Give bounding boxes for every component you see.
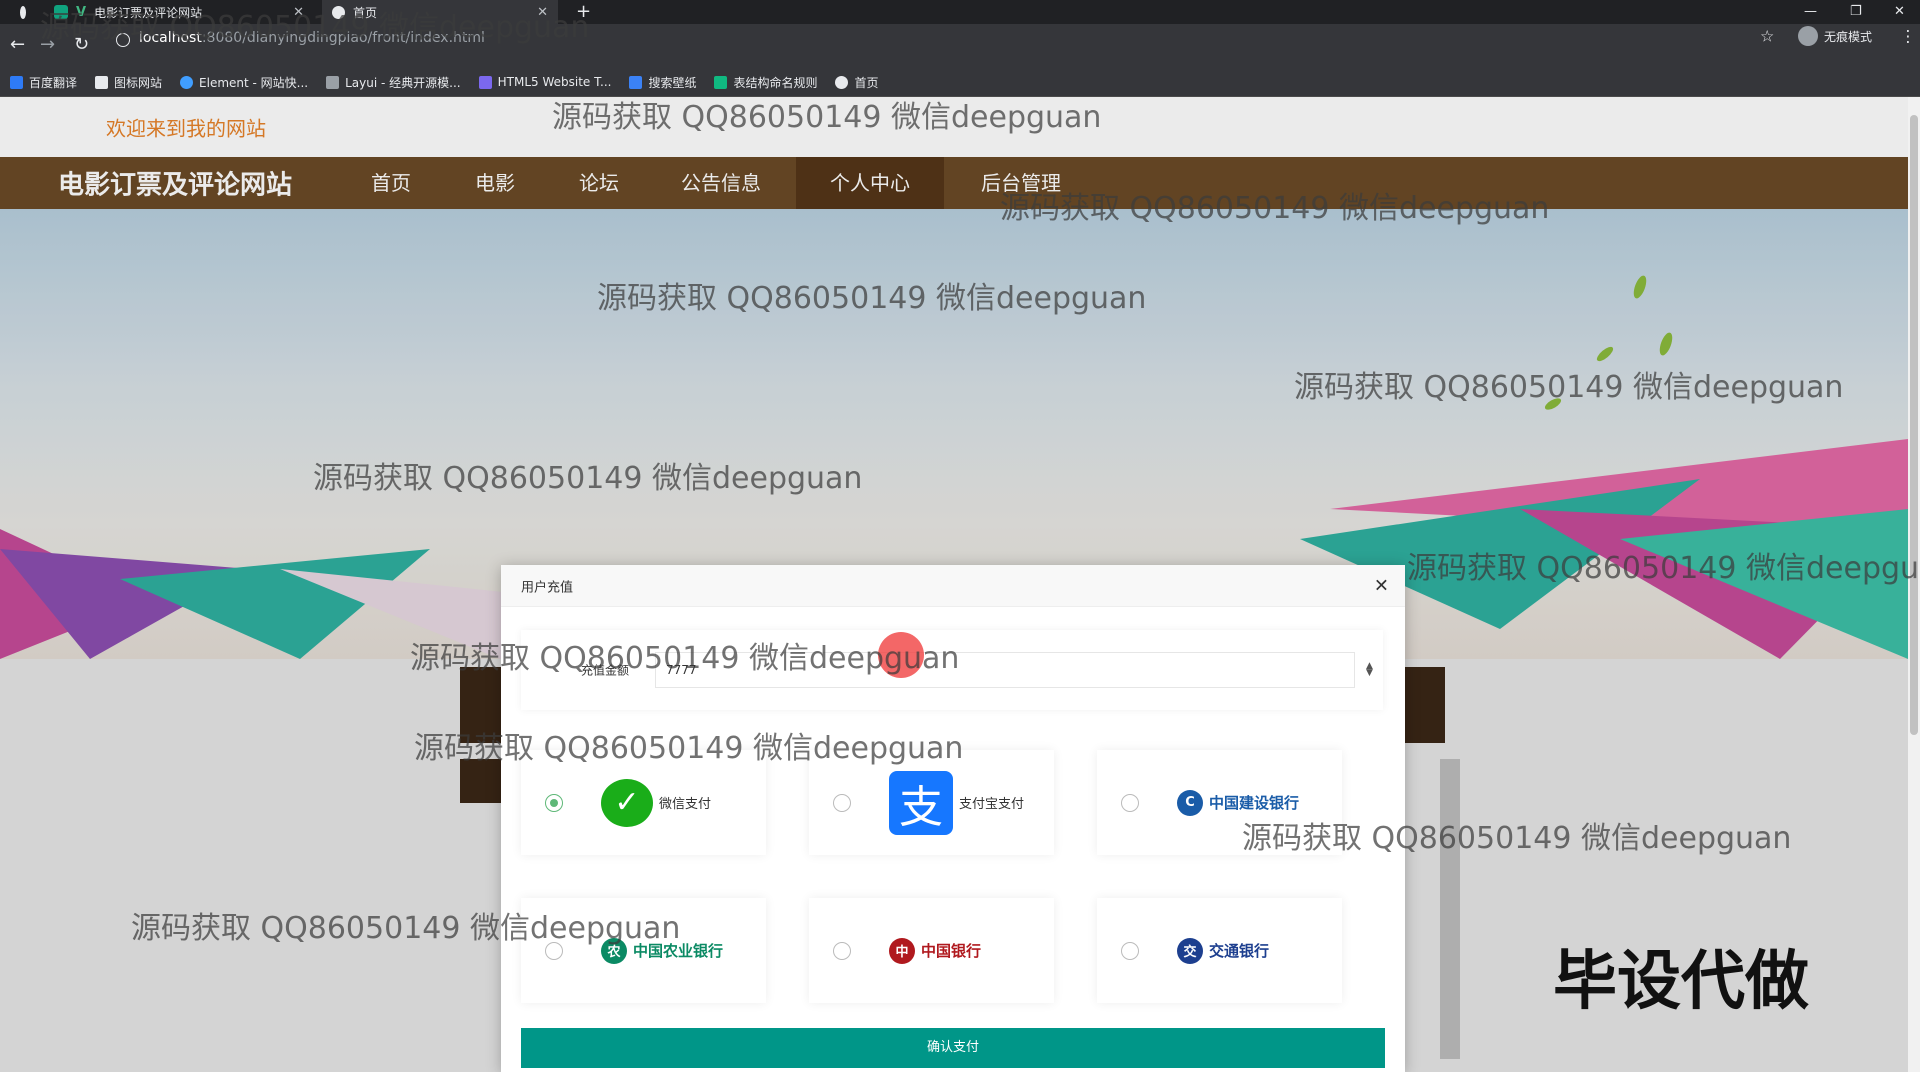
globe-icon [835,75,849,89]
radio-abc[interactable] [545,941,563,960]
bookmark-label: 搜索壁纸 [648,75,697,90]
payment-logo: 支 支付宝支付 [889,770,1025,835]
payment-logo: 交 交通银行 [1177,937,1270,964]
payment-label: 微信支付 [659,797,712,812]
payment-option-ccb[interactable]: C 中国建设银行 [1097,750,1342,855]
bookmark-label: Element - 网站快... [199,75,309,90]
tab-title: 首页 [353,5,378,20]
close-icon[interactable]: ✕ [537,5,548,20]
minimize-button[interactable]: — [1804,0,1817,24]
scroll-thumb[interactable] [1910,115,1918,735]
bookmark-label: HTML5 Website T... [497,75,612,89]
bookmark-item[interactable]: HTML5 Website T... [478,75,612,89]
number-stepper-icon[interactable]: ▲ ▼ [1366,662,1373,678]
payment-option-bocom[interactable]: 交 交通银行 [1097,898,1342,1003]
radio-bocom[interactable] [1121,941,1139,960]
payment-option-wechat[interactable]: ✓ 微信支付 [521,750,766,855]
url-host: localhost [139,30,202,46]
bookmark-star-icon[interactable]: ☆ [1760,27,1774,46]
close-icon[interactable]: ✕ [1374,576,1389,597]
corner-stamp: 毕设代做 [1553,945,1809,1019]
more-menu-icon[interactable]: ⋮ [1900,27,1916,46]
payment-label: 交通银行 [1209,942,1270,960]
payment-label: 中国农业银行 [633,942,724,960]
forward-icon[interactable]: → [40,34,55,55]
browser-menu-icon[interactable] [10,0,36,24]
reload-icon[interactable]: ↻ [74,34,89,55]
alipay-icon: 支 [889,770,953,835]
dialog-title: 用户充值 [521,580,574,596]
back-icon[interactable]: ← [10,34,25,55]
bookmark-item[interactable]: 图标网站 [95,74,162,91]
restore-button[interactable]: ❐ [1850,0,1862,24]
vue-icon: V [76,4,87,20]
radio-ccb[interactable] [1121,793,1139,812]
payment-label: 中国银行 [921,942,982,960]
bookmark-label: 图标网站 [114,75,163,90]
payment-label: 中国建设银行 [1209,794,1300,812]
incognito-icon [1798,26,1818,46]
radio-wechat[interactable] [545,793,563,812]
bookmark-item[interactable]: Layui - 经典开源模... [326,74,461,91]
bookmark-label: 百度翻译 [29,75,78,90]
layui-icon [326,75,340,89]
tab-movie-site[interactable]: V 电影订票及评论网站 ✕ [44,0,314,24]
confirm-pay-button[interactable]: 确认支付 [521,1028,1385,1068]
tab-home[interactable]: 首页 ✕ [322,0,558,24]
bookmark-item[interactable]: 首页 [835,74,879,91]
radio-boc[interactable] [833,941,851,960]
recharge-dialog: 用户充值 ✕ 充值金额 ▲▼ ✓ 微信支付 支 支付宝支付 C 中国建设银行 农… [501,565,1405,1072]
incognito-indicator[interactable]: 无痕模式 [1798,26,1872,46]
bookmark-item[interactable]: 表结构命名规则 [714,74,817,91]
bookmark-item[interactable]: 百度翻译 [10,74,77,91]
payment-logo: 中 中国银行 [889,937,982,964]
sheet-icon [714,75,728,89]
amount-row: 充值金额 ▲▼ [521,630,1383,710]
new-tab-button[interactable]: + [576,0,591,24]
wechat-pay-icon: ✓ [601,778,653,827]
spreadsheet-icon [54,5,68,19]
payment-option-alipay[interactable]: 支 支付宝支付 [809,750,1054,855]
close-window-button[interactable]: ✕ [1894,0,1905,24]
payment-logo: 农 中国农业银行 [601,937,724,964]
dialog-header: 用户充值 ✕ [501,565,1405,607]
ccb-icon: C [1177,789,1203,816]
bookmark-label: Layui - 经典开源模... [345,75,461,90]
wallpaper-icon [629,75,643,89]
bookmark-item[interactable]: Element - 网站快... [180,74,308,91]
incognito-label: 无痕模式 [1824,29,1873,44]
payment-option-abc[interactable]: 农 中国农业银行 [521,898,766,1003]
close-icon[interactable]: ✕ [293,5,304,20]
payment-logo: ✓ 微信支付 [601,778,712,827]
amount-label: 充值金额 [581,663,630,678]
bookmark-label: 表结构命名规则 [733,75,818,90]
url-path: :8080/dianyingdingpiao/front/index.html [201,30,485,46]
radio-alipay[interactable] [833,793,851,812]
payment-logo: C 中国建设银行 [1177,789,1300,816]
globe-icon [332,5,345,19]
bookmarks-bar: 百度翻译 图标网站 Element - 网站快... Layui - 经典开源模… [0,68,1920,97]
amount-input[interactable] [655,652,1355,688]
url-field[interactable]: localhost:8080/dianyingdingpiao/front/in… [139,30,485,46]
bocom-icon: 交 [1177,937,1203,964]
page-scrollbar[interactable] [1908,97,1920,1072]
flag-icon [95,75,109,89]
abc-icon: 农 [601,937,627,964]
tab-title: 电影订票及评论网站 [94,5,203,20]
info-icon[interactable] [116,33,130,47]
bookmark-item[interactable]: 搜索壁纸 [629,74,696,91]
translate-icon [10,75,23,89]
browser-tab-bar: V 电影订票及评论网站 ✕ 首页 ✕ + — ❐ ✕ [0,0,1920,24]
boc-icon: 中 [889,937,915,964]
payment-label: 支付宝支付 [959,797,1025,812]
element-icon [180,75,194,89]
payment-option-boc[interactable]: 中 中国银行 [809,898,1054,1003]
html5-icon [478,75,492,89]
bookmark-label: 首页 [854,75,879,90]
cursor-highlight [878,632,924,678]
